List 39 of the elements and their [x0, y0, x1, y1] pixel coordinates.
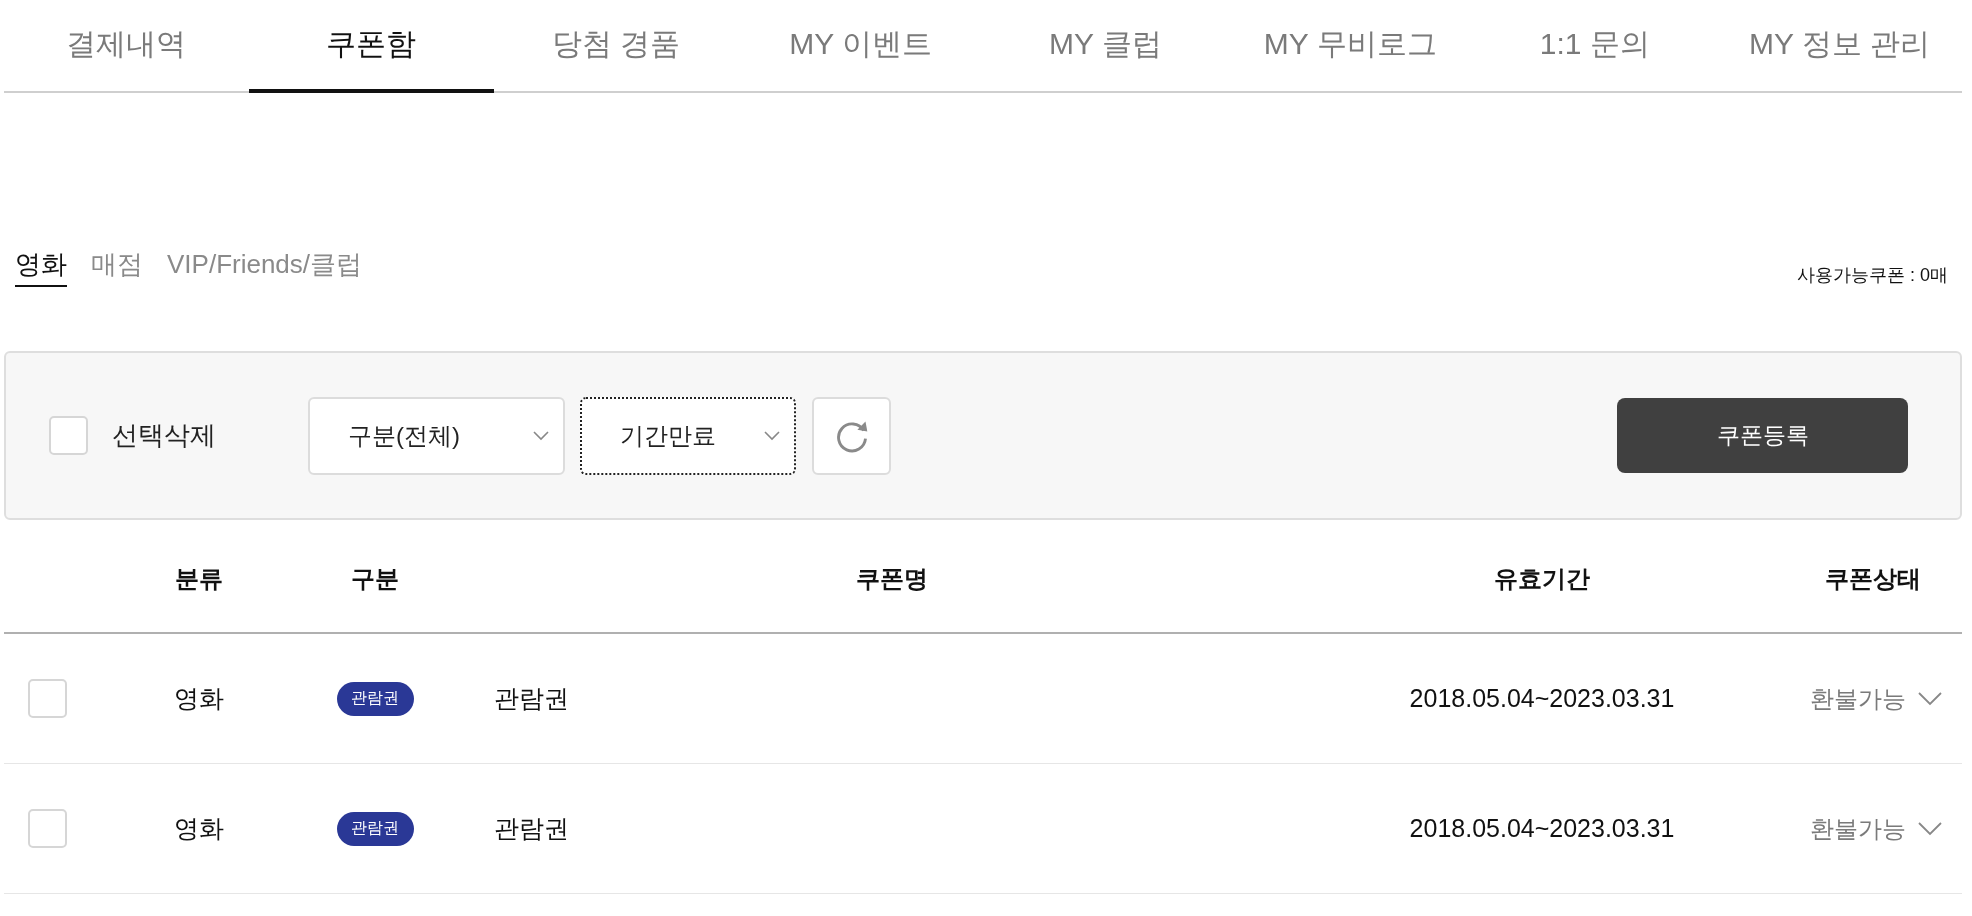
coupon-name-text: 관람권	[494, 683, 569, 714]
nav-tab[interactable]: 1:1 문의	[1472, 0, 1718, 93]
chevron-down-icon	[533, 430, 549, 441]
type-badge: 관람권	[336, 681, 414, 716]
column-header: 쿠폰명	[856, 564, 928, 594]
column-header: 구분	[351, 564, 399, 594]
nav-tab[interactable]: 결제내역	[4, 0, 249, 93]
status-toggle[interactable]: 환불가능	[1810, 812, 1942, 845]
column-header: 분류	[175, 564, 223, 594]
filter-select[interactable]: 기간만료	[580, 396, 796, 475]
column-header: 쿠폰상태	[1825, 564, 1921, 594]
chevron-down-icon	[1918, 691, 1942, 706]
coupon-tab[interactable]: 영화	[15, 247, 67, 287]
filter-select[interactable]: 구분(전체)	[308, 396, 565, 475]
category-text: 영화	[174, 813, 224, 844]
chevron-down-icon	[1918, 821, 1942, 836]
row-checkbox[interactable]	[28, 809, 67, 848]
row-checkbox[interactable]	[28, 679, 67, 718]
coupon-tab[interactable]: 매점	[91, 247, 143, 287]
nav-tab[interactable]: 쿠폰함	[248, 0, 494, 93]
nav-tab[interactable]: 당첨 경품	[493, 0, 739, 93]
select-all-checkbox[interactable]	[49, 416, 88, 455]
select-delete-label: 선택삭제	[112, 419, 216, 452]
status-toggle[interactable]: 환불가능	[1810, 682, 1942, 715]
nav-tab[interactable]: MY 이벤트	[738, 0, 983, 93]
coupon-name-text: 관람권	[494, 813, 569, 844]
chevron-down-icon	[764, 430, 780, 441]
nav-tab[interactable]: MY 클럽	[983, 0, 1228, 93]
category-text: 영화	[174, 683, 224, 714]
column-header: 유효기간	[1494, 564, 1590, 594]
refresh-button[interactable]	[812, 396, 891, 475]
validity-text: 2018.05.04~2023.03.31	[1409, 684, 1675, 713]
validity-text: 2018.05.04~2023.03.31	[1409, 814, 1675, 843]
nav-tab[interactable]: MY 정보 관리	[1717, 0, 1962, 93]
register-coupon-button[interactable]: 쿠폰등록	[1617, 398, 1908, 473]
available-coupons-count: 사용가능쿠폰 : 0매	[1797, 264, 1948, 287]
nav-tab[interactable]: MY 무비로그	[1227, 0, 1473, 93]
type-badge: 관람권	[336, 811, 414, 846]
coupon-tab[interactable]: VIP/Friends/클럽	[167, 247, 363, 287]
